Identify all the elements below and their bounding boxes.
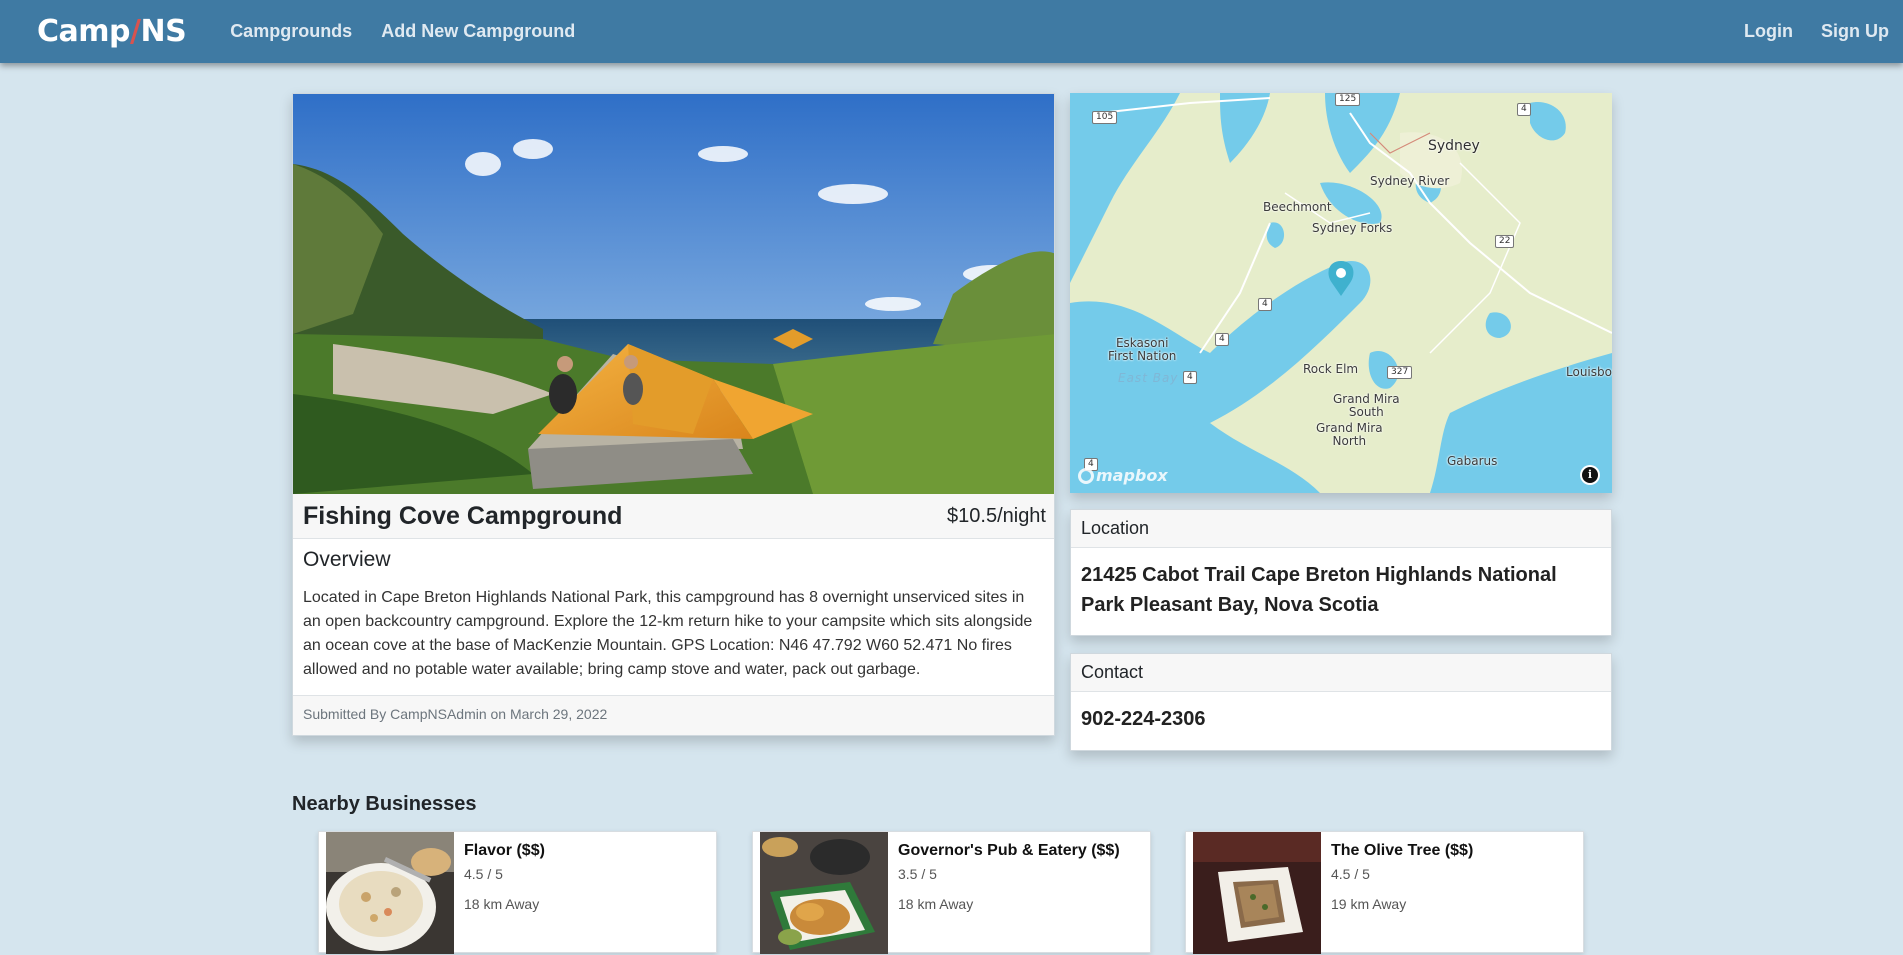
nearby-businesses-heading: Nearby Businesses bbox=[292, 793, 477, 815]
map-label-beechmont: Beechmont bbox=[1263, 200, 1332, 214]
business-rating: 3.5 / 5 bbox=[898, 866, 937, 882]
map-label-gabarus: Gabarus bbox=[1447, 454, 1498, 468]
brand-text-left: Camp bbox=[37, 14, 131, 49]
contact-phone: 902-224-2306 bbox=[1081, 708, 1206, 730]
business-name[interactable]: Flavor ($$) bbox=[464, 842, 545, 860]
business-name[interactable]: The Olive Tree ($$) bbox=[1331, 842, 1473, 860]
location-header: Location bbox=[1071, 510, 1611, 548]
brand-logo[interactable]: Camp/NS bbox=[37, 14, 187, 49]
campground-price: $10.5/night bbox=[947, 504, 1046, 527]
map-label-louisbourg: Louisbo bbox=[1566, 365, 1612, 379]
map-label-sydney: Sydney bbox=[1428, 138, 1480, 154]
brand-text-right: NS bbox=[140, 14, 187, 49]
map-label-rock-elm: Rock Elm bbox=[1303, 362, 1359, 376]
business-name[interactable]: Governor's Pub & Eatery ($$) bbox=[898, 842, 1120, 860]
business-rating: 4.5 / 5 bbox=[1331, 866, 1370, 882]
campground-card: Fishing Cove Campground $10.5/night Over… bbox=[292, 93, 1055, 736]
road-shield-105: 105 bbox=[1092, 111, 1118, 124]
business-info: The Olive Tree ($$) 4.5 / 5 19 km Away bbox=[1331, 842, 1473, 912]
campground-title: Fishing Cove Campground bbox=[303, 501, 623, 530]
info-icon: i bbox=[1582, 467, 1598, 483]
business-info: Flavor ($$) 4.5 / 5 18 km Away bbox=[464, 842, 545, 912]
business-photo bbox=[1193, 832, 1321, 954]
road-shield-4: 4 bbox=[1215, 333, 1229, 346]
campground-description: Located in Cape Breton Highlands Nationa… bbox=[303, 589, 1033, 678]
business-distance: 18 km Away bbox=[464, 896, 540, 912]
map-label-grand-mira-south: Grand Mira South bbox=[1333, 392, 1400, 419]
location-card: Location 21425 Cabot Trail Cape Breton H… bbox=[1070, 509, 1612, 636]
location-address: 21425 Cabot Trail Cape Breton Highlands … bbox=[1081, 564, 1557, 616]
campground-photo bbox=[293, 94, 1054, 494]
contact-card: Contact 902-224-2306 bbox=[1070, 653, 1612, 751]
business-card-olive-tree[interactable]: The Olive Tree ($$) 4.5 / 5 19 km Away bbox=[1185, 831, 1584, 954]
map-label-sydney-forks: Sydney Forks bbox=[1312, 221, 1393, 235]
brand-slash: / bbox=[130, 14, 141, 49]
map-label-grand-mira-north: Grand Mira North bbox=[1316, 421, 1383, 448]
mapbox-ring-icon bbox=[1078, 467, 1094, 484]
business-distance: 19 km Away bbox=[1331, 896, 1407, 912]
signup-link[interactable]: Sign Up bbox=[1821, 21, 1889, 42]
road-shield-4: 4 bbox=[1258, 298, 1272, 311]
campground-map[interactable]: Sydney Sydney River Beechmont Sydney For… bbox=[1070, 93, 1612, 493]
campground-header: Fishing Cove Campground $10.5/night bbox=[293, 494, 1054, 539]
business-photo bbox=[760, 832, 888, 954]
nav-auth-links: Login Sign Up bbox=[1716, 21, 1889, 42]
business-distance: 18 km Away bbox=[898, 896, 974, 912]
business-card-governors[interactable]: Governor's Pub & Eatery ($$) 3.5 / 5 18 … bbox=[752, 831, 1151, 954]
road-shield-4: 4 bbox=[1517, 103, 1531, 116]
submitted-by: Submitted By CampNSAdmin on March 29, 20… bbox=[293, 695, 1054, 735]
road-shield-4: 4 bbox=[1183, 371, 1197, 384]
business-rating: 4.5 / 5 bbox=[464, 866, 503, 882]
nav-add-campground-link[interactable]: Add New Campground bbox=[381, 21, 575, 42]
mapbox-logo[interactable]: mapbox bbox=[1078, 466, 1168, 485]
business-card-flavor[interactable]: Flavor ($$) 4.5 / 5 18 km Away bbox=[318, 831, 717, 954]
map-info-button[interactable]: i bbox=[1580, 465, 1600, 485]
road-shield-22: 22 bbox=[1495, 235, 1515, 248]
business-photo bbox=[326, 832, 454, 954]
nav-campgrounds-link[interactable]: Campgrounds bbox=[230, 21, 352, 42]
navbar: Camp/NS Campgrounds Add New Campground L… bbox=[0, 0, 1903, 63]
login-link[interactable]: Login bbox=[1744, 21, 1793, 42]
business-info: Governor's Pub & Eatery ($$) 3.5 / 5 18 … bbox=[898, 842, 1120, 912]
map-label-eskasoni: Eskasoni First Nation bbox=[1108, 336, 1177, 363]
contact-header: Contact bbox=[1071, 654, 1611, 692]
road-shield-327: 327 bbox=[1387, 366, 1413, 379]
map-label-east-bay: East Bay bbox=[1118, 371, 1179, 385]
road-shield-125: 125 bbox=[1335, 93, 1361, 106]
mapbox-logo-text: mapbox bbox=[1096, 466, 1168, 485]
overview-heading: Overview bbox=[303, 548, 391, 571]
map-label-sydney-river: Sydney River bbox=[1370, 174, 1450, 188]
